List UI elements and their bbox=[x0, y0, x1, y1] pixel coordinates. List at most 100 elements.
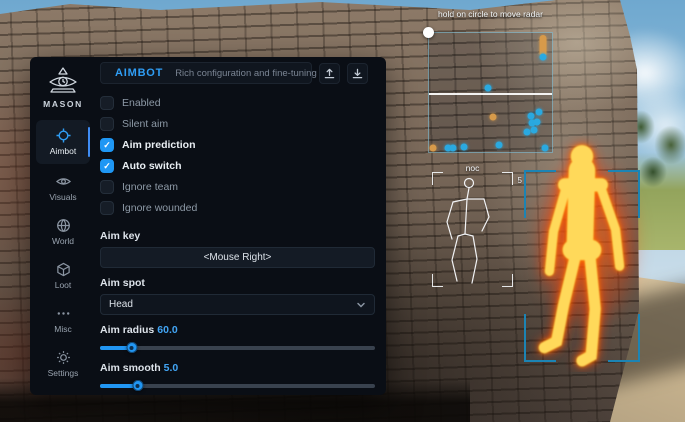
checkbox-box[interactable]: ✓ bbox=[100, 96, 114, 110]
sidebar-item-label: Misc bbox=[54, 324, 71, 334]
radar-item-marker bbox=[489, 114, 496, 121]
import-config-button[interactable] bbox=[319, 63, 340, 84]
checkbox-box[interactable]: ✓ bbox=[100, 138, 114, 152]
download-icon bbox=[352, 68, 363, 79]
mason-eye-icon bbox=[46, 66, 80, 96]
sidebar-item-aimbot[interactable]: Aimbot bbox=[36, 120, 90, 164]
esp-box-corner bbox=[524, 314, 556, 362]
radar-enemy-marker bbox=[542, 145, 549, 152]
section-header: AIMBOT Rich configuration and fine-tunin… bbox=[100, 62, 312, 84]
checkbox-ignore-wounded[interactable]: ✓ Ignore wounded bbox=[100, 201, 375, 215]
sidebar-item-label: Loot bbox=[55, 280, 72, 290]
sidebar-item-settings[interactable]: Settings bbox=[36, 344, 90, 384]
slider-thumb[interactable] bbox=[132, 380, 143, 391]
radar-enemy-marker bbox=[485, 85, 492, 92]
sidebar-item-label: Visuals bbox=[49, 192, 76, 202]
aim-smooth-value: 5.0 bbox=[164, 362, 179, 374]
sidebar: MASON Aimbot Visuals bbox=[30, 57, 96, 395]
esp-player-distance: 5 bbox=[518, 176, 522, 185]
checkbox-label: Silent aim bbox=[122, 118, 168, 130]
aim-radius-label: Aim radius60.0 bbox=[100, 324, 375, 336]
checkbox-auto-switch[interactable]: ✓ Auto switch bbox=[100, 159, 375, 173]
checkbox-enabled[interactable]: ✓ Enabled bbox=[100, 96, 375, 110]
checkbox-label: Ignore wounded bbox=[122, 202, 197, 214]
slider-track[interactable] bbox=[100, 346, 375, 350]
radar-dots bbox=[429, 33, 552, 152]
checkbox-box[interactable]: ✓ bbox=[100, 201, 114, 215]
checkbox-box[interactable]: ✓ bbox=[100, 159, 114, 173]
section-subtitle: Rich configuration and fine-tuning bbox=[175, 68, 317, 79]
radar-enemy-marker bbox=[461, 144, 468, 151]
aim-radius-value: 60.0 bbox=[157, 324, 177, 336]
aim-smooth-label-text: Aim smooth bbox=[100, 362, 161, 374]
radar bbox=[428, 32, 553, 153]
checkbox-label: Aim prediction bbox=[122, 139, 196, 151]
sidebar-nav: Aimbot Visuals World bbox=[36, 120, 90, 388]
slider-thumb[interactable] bbox=[126, 342, 137, 353]
aim-key-button[interactable]: <Mouse Right> bbox=[100, 247, 375, 268]
skeleton-box-corner bbox=[502, 172, 513, 185]
cheat-menu-panel: MASON Aimbot Visuals bbox=[30, 57, 386, 395]
crosshair-icon bbox=[56, 128, 71, 143]
checkbox-aim-prediction[interactable]: ✓ Aim prediction bbox=[100, 138, 375, 152]
radar-enemy-marker bbox=[534, 119, 541, 126]
esp-skeleton-box: noc 5 bbox=[432, 172, 513, 287]
checkbox-list: ✓ Enabled ✓ Silent aim ✓ Aim prediction … bbox=[100, 96, 375, 222]
checkbox-box[interactable]: ✓ bbox=[100, 180, 114, 194]
brand-logo: MASON bbox=[43, 66, 83, 109]
radar-enemy-marker bbox=[528, 112, 535, 119]
esp-box-corner bbox=[608, 170, 640, 218]
section-title: AIMBOT bbox=[115, 67, 163, 79]
esp-player-name: noc bbox=[432, 163, 513, 173]
panel-header-row: AIMBOT Rich configuration and fine-tunin… bbox=[100, 62, 375, 84]
radar-enemy-marker bbox=[531, 127, 538, 134]
check-icon: ✓ bbox=[103, 162, 111, 171]
radar-enemy-marker bbox=[449, 145, 456, 152]
checkbox-label: Ignore team bbox=[122, 181, 178, 193]
esp-box-corner bbox=[524, 170, 556, 218]
sidebar-item-loot[interactable]: Loot bbox=[36, 256, 90, 296]
skeleton-box-corner bbox=[432, 172, 443, 185]
radar-hint-text: hold on circle to move radar bbox=[424, 9, 557, 19]
checkbox-label: Enabled bbox=[122, 97, 161, 109]
esp-target-box bbox=[524, 170, 640, 362]
sidebar-item-label: Aimbot bbox=[50, 146, 76, 156]
skeleton-box-corner bbox=[432, 274, 443, 287]
aim-spot-value: Head bbox=[109, 299, 133, 310]
gear-icon bbox=[56, 350, 71, 365]
esp-box-corner bbox=[608, 314, 640, 362]
aim-spot-label: Aim spot bbox=[100, 277, 375, 289]
aim-smooth-label: Aim smooth5.0 bbox=[100, 362, 375, 374]
chevron-down-icon bbox=[356, 300, 366, 310]
checkbox-box[interactable]: ✓ bbox=[100, 117, 114, 131]
aim-key-label: Aim key bbox=[100, 230, 375, 242]
checkbox-ignore-team[interactable]: ✓ Ignore team bbox=[100, 180, 375, 194]
aim-radius-label-text: Aim radius bbox=[100, 324, 154, 336]
sidebar-item-world[interactable]: World bbox=[36, 212, 90, 252]
panel-main: AIMBOT Rich configuration and fine-tunin… bbox=[96, 57, 386, 395]
checkbox-silent-aim[interactable]: ✓ Silent aim bbox=[100, 117, 375, 131]
skeleton-box-corner bbox=[502, 274, 513, 287]
game-screen: noc 5 hold on circle to move radar bbox=[0, 0, 685, 422]
cube-icon bbox=[56, 262, 71, 277]
radar-enemy-marker bbox=[495, 142, 502, 149]
aim-spot-select[interactable]: Head bbox=[100, 294, 375, 315]
eye-icon bbox=[56, 174, 71, 189]
radar-item-marker bbox=[429, 145, 436, 152]
upload-icon bbox=[324, 68, 335, 79]
sidebar-item-misc[interactable]: Misc bbox=[36, 300, 90, 340]
sidebar-item-visuals[interactable]: Visuals bbox=[36, 168, 90, 208]
sidebar-item-label: World bbox=[52, 236, 74, 246]
export-config-button[interactable] bbox=[347, 63, 368, 84]
radar-enemy-marker bbox=[536, 108, 543, 115]
esp-skeleton bbox=[432, 172, 513, 287]
sidebar-item-label: Settings bbox=[48, 368, 79, 378]
check-icon: ✓ bbox=[103, 141, 111, 150]
radar-enemy-marker bbox=[539, 54, 546, 61]
aim-radius-slider[interactable] bbox=[100, 342, 375, 353]
ellipsis-icon bbox=[56, 306, 71, 321]
globe-icon bbox=[56, 218, 71, 233]
checkbox-label: Auto switch bbox=[122, 160, 182, 172]
brand-name: MASON bbox=[43, 99, 83, 109]
aim-smooth-slider[interactable] bbox=[100, 380, 375, 391]
